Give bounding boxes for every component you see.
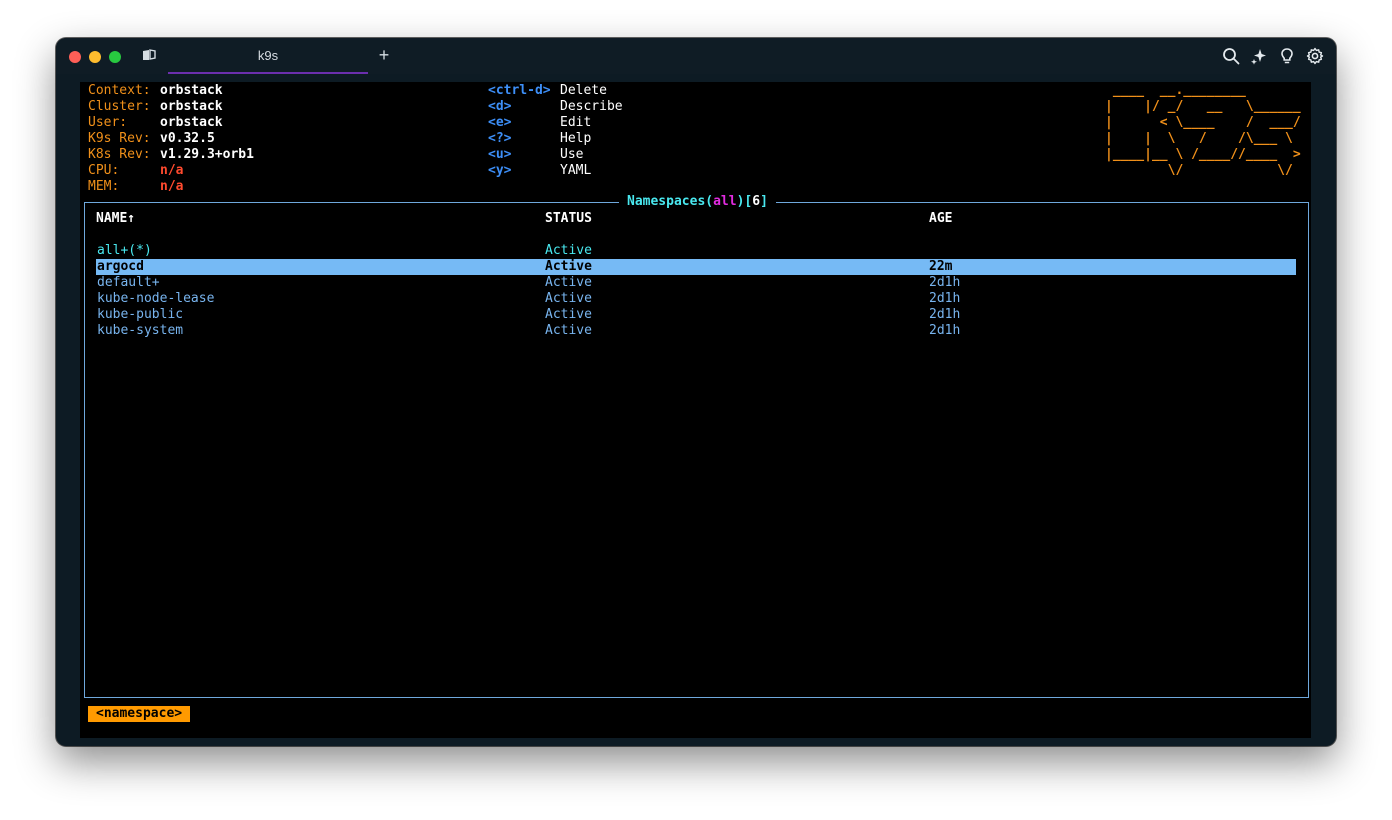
row-name: argocd [97, 259, 144, 274]
info-value: orbstack [160, 115, 223, 130]
column-header-status[interactable]: STATUS [545, 211, 592, 227]
row-status: Active [545, 259, 592, 274]
row-status: Active [545, 275, 592, 290]
tab-k9s[interactable]: k9s [168, 38, 368, 74]
row-age: 2d1h [929, 291, 961, 306]
search-icon[interactable] [1222, 47, 1240, 65]
info-label: CPU: [88, 163, 120, 178]
shortcut-action: Use [560, 147, 584, 162]
row-name: all+(*) [97, 243, 152, 258]
info-value: v0.32.5 [160, 131, 215, 146]
info-label: K9s Rev: [88, 131, 151, 146]
minimize-window-button[interactable] [89, 51, 101, 63]
row-age: 2d1h [929, 323, 961, 338]
namespaces-table: Namespaces(all)[6] NAME↑ STATUS AGE all+… [84, 194, 1309, 698]
info-value: n/a [160, 179, 184, 194]
shortcut-action: Help [560, 131, 592, 146]
table-row[interactable]: kube-system Active 2d1h [96, 323, 1296, 339]
logo-line: ____ __.________ [1105, 83, 1301, 98]
table-row[interactable]: all+(*) Active [96, 243, 1296, 259]
tab-label: k9s [257, 47, 279, 63]
logo-line: | |/ _/ __ \______ [1105, 99, 1301, 114]
logo-line: \/ \/ [1105, 163, 1301, 178]
row-age: 2d1h [929, 307, 961, 322]
shortcut-key: <y> [488, 163, 512, 178]
k9s-logo: ____ __.________ | |/ _/ __ \______ | < \… [1105, 83, 1301, 179]
table-row[interactable]: argocd Active 22m [96, 259, 1296, 275]
shortcut-action: Delete [560, 83, 607, 98]
row-name: kube-public [97, 307, 184, 322]
table-row[interactable]: kube-public Active 2d1h [96, 307, 1296, 323]
row-name: kube-node-lease [97, 291, 215, 306]
column-header-name[interactable]: NAME↑ [96, 211, 135, 227]
shortcut-action: Edit [560, 115, 592, 130]
table-row[interactable]: default+ Active 2d1h [96, 275, 1296, 291]
row-name: kube-system [97, 323, 184, 338]
row-status: Active [545, 291, 592, 306]
shortcut-key: <ctrl-d> [488, 83, 551, 98]
row-status: Active [545, 307, 592, 322]
lightbulb-icon[interactable] [1278, 47, 1296, 65]
terminal-window: k9s + Context: orbstack Cluster: orbstack Us… [56, 38, 1336, 746]
logo-line: | < \____ / ___/ [1105, 115, 1301, 130]
info-label: MEM: [88, 179, 120, 194]
shortcut-key: <e> [488, 115, 512, 130]
row-age: 22m [929, 259, 953, 274]
info-label: Context: [88, 83, 151, 98]
row-age: 2d1h [929, 275, 961, 290]
breadcrumb[interactable]: <namespace> [88, 706, 191, 722]
row-status: Active [545, 243, 592, 258]
shortcut-action: YAML [560, 163, 592, 178]
info-value: v1.29.3+orb1 [160, 147, 254, 162]
panes-icon[interactable] [142, 49, 156, 61]
close-window-button[interactable] [69, 51, 81, 63]
sparkle-icon[interactable] [1250, 47, 1268, 65]
shortcut-key: <?> [488, 131, 512, 146]
shortcut-action: Describe [560, 99, 623, 114]
info-label: K8s Rev: [88, 147, 151, 162]
info-value: orbstack [160, 99, 223, 114]
plus-icon[interactable]: + [374, 44, 394, 66]
table-row[interactable]: kube-node-lease Active 2d1h [96, 291, 1296, 307]
logo-line: | | \ / /\___ \ [1105, 131, 1301, 146]
shortcut-key: <d> [488, 99, 512, 114]
terminal-area[interactable]: Context: orbstack Cluster: orbstack User: orb… [80, 82, 1311, 738]
row-status: Active [545, 323, 592, 338]
column-header-age[interactable]: AGE [929, 211, 952, 227]
logo-line: |____|__ \ /____//____ > [1105, 147, 1301, 162]
info-label: Cluster: [88, 99, 151, 114]
zoom-window-button[interactable] [109, 51, 121, 63]
info-label: User: [88, 115, 128, 130]
table-title: Namespaces(all)[6] [619, 194, 776, 210]
shortcut-key: <u> [488, 147, 512, 162]
toolbar-right [1222, 47, 1324, 65]
title-bar: k9s + [56, 38, 1336, 74]
info-value: orbstack [160, 83, 223, 98]
info-value: n/a [160, 163, 184, 178]
gear-icon[interactable] [1306, 47, 1324, 65]
row-name: default+ [97, 275, 160, 290]
